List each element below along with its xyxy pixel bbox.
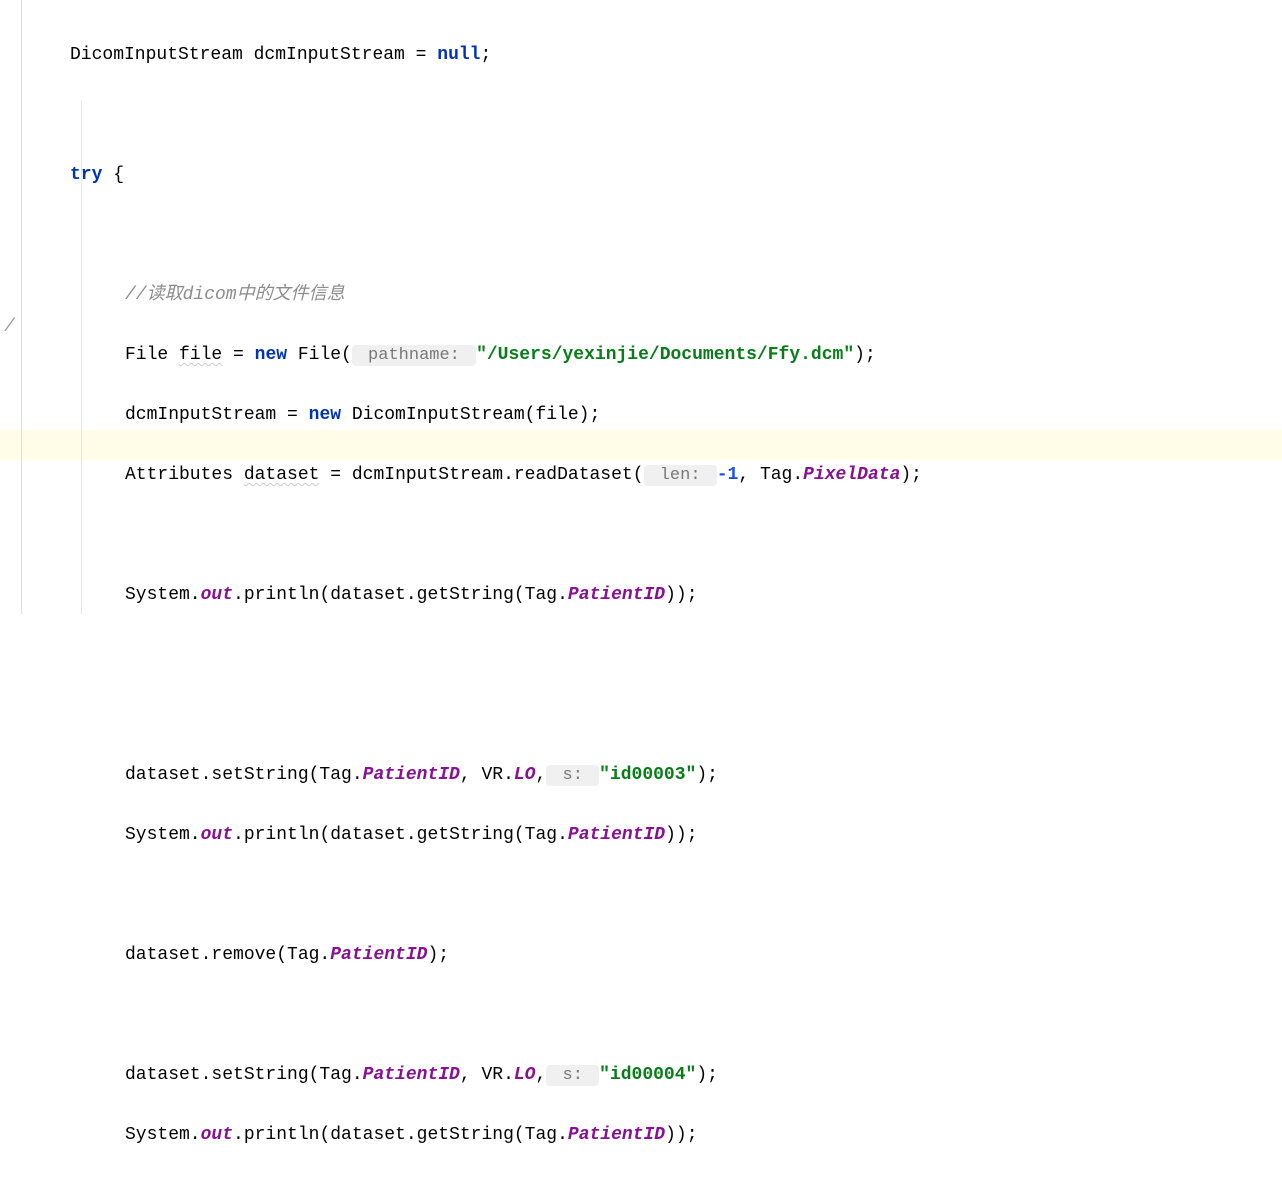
keyword-new: new: [309, 405, 341, 425]
field-out: out: [201, 1125, 233, 1145]
comment: //读取dicom中的文件信息: [125, 285, 345, 305]
code-line[interactable]: [70, 880, 1282, 910]
code-text: File(: [287, 345, 352, 365]
code-text: dataset.setString(Tag.: [125, 765, 363, 785]
code-line[interactable]: dataset.setString(Tag.PatientID, VR.LO, …: [70, 760, 1282, 790]
variable-file: file: [179, 345, 222, 365]
code-text: .println(dataset.getString(Tag.: [233, 825, 568, 845]
param-hint-s: s:: [546, 765, 599, 786]
code-text: );: [854, 345, 876, 365]
code-text: );: [900, 465, 922, 485]
field-patientid: PatientID: [363, 1065, 460, 1085]
code-line[interactable]: File file = new File( pathname: "/Users/…: [70, 340, 1282, 370]
code-text: System.: [125, 585, 201, 605]
string-literal: "id00003": [599, 765, 696, 785]
code-text: );: [696, 765, 718, 785]
code-text: ;: [480, 45, 491, 65]
code-text: DicomInputStream dcmInputStream =: [70, 45, 437, 65]
code-editor[interactable]: DicomInputStream dcmInputStream = null; …: [0, 10, 1282, 1180]
code-line[interactable]: dataset.setString(Tag.PatientID, VR.LO, …: [70, 1060, 1282, 1090]
editor-gutter: /: [0, 0, 22, 614]
number-literal: -1: [717, 465, 739, 485]
field-lo: LO: [514, 1065, 536, 1085]
code-text: dataset.setString(Tag.: [125, 1065, 363, 1085]
code-line[interactable]: [70, 640, 1282, 670]
code-text: {: [102, 165, 124, 185]
code-line[interactable]: [70, 700, 1282, 730]
code-text: System.: [125, 825, 201, 845]
indent-guide: [81, 100, 82, 614]
variable-dataset: dataset: [244, 465, 320, 485]
code-text: DicomInputStream(file);: [341, 405, 600, 425]
field-patientid: PatientID: [568, 825, 665, 845]
code-text: ,: [535, 1065, 546, 1085]
code-text: .println(dataset.getString(Tag.: [233, 585, 568, 605]
code-line[interactable]: dataset.remove(Tag.PatientID);: [70, 940, 1282, 970]
code-line[interactable]: System.out.println(dataset.getString(Tag…: [70, 1120, 1282, 1150]
field-patientid: PatientID: [363, 765, 460, 785]
code-line[interactable]: Attributes dataset = dcmInputStream.read…: [70, 460, 1282, 490]
code-line[interactable]: [70, 1000, 1282, 1030]
code-text: System.: [125, 1125, 201, 1145]
keyword-try: try: [70, 165, 102, 185]
code-text: dcmInputStream =: [125, 405, 309, 425]
param-hint-len: len:: [644, 465, 717, 486]
field-patientid: PatientID: [568, 1125, 665, 1145]
string-literal: "/Users/yexinjie/Documents/Ffy.dcm": [476, 345, 854, 365]
code-text: , VR.: [460, 765, 514, 785]
code-line[interactable]: [70, 100, 1282, 130]
code-text: );: [696, 1065, 718, 1085]
code-text: ,: [535, 765, 546, 785]
field-out: out: [201, 825, 233, 845]
code-line[interactable]: [70, 220, 1282, 250]
code-line[interactable]: [70, 520, 1282, 550]
field-pixeldata: PixelData: [803, 465, 900, 485]
code-line[interactable]: //读取dicom中的文件信息: [70, 280, 1282, 310]
code-text: = dcmInputStream.readDataset(: [319, 465, 643, 485]
field-patientid: PatientID: [568, 585, 665, 605]
field-patientid: PatientID: [330, 945, 427, 965]
keyword-new: new: [255, 345, 287, 365]
code-text: , VR.: [460, 1065, 514, 1085]
code-text: Attributes: [125, 465, 244, 485]
code-line[interactable]: System.out.println(dataset.getString(Tag…: [70, 820, 1282, 850]
keyword-null: null: [437, 45, 480, 65]
code-line[interactable]: System.out.println(dataset.getString(Tag…: [70, 580, 1282, 610]
field-lo: LO: [514, 765, 536, 785]
code-text: ));: [665, 585, 697, 605]
code-text: =: [222, 345, 254, 365]
code-line[interactable]: try {: [70, 160, 1282, 190]
string-literal: "id00004": [599, 1065, 696, 1085]
code-text: ));: [665, 1125, 697, 1145]
code-text: File: [125, 345, 179, 365]
code-line[interactable]: DicomInputStream dcmInputStream = null;: [70, 40, 1282, 70]
gutter-mark: /: [4, 312, 15, 342]
code-text: .println(dataset.getString(Tag.: [233, 1125, 568, 1145]
param-hint-s: s:: [546, 1065, 599, 1086]
field-out: out: [201, 585, 233, 605]
param-hint-pathname: pathname:: [352, 345, 476, 366]
code-text: ));: [665, 825, 697, 845]
code-text: , Tag.: [738, 465, 803, 485]
code-text: );: [427, 945, 449, 965]
code-line[interactable]: dcmInputStream = new DicomInputStream(fi…: [70, 400, 1282, 430]
code-text: dataset.remove(Tag.: [125, 945, 330, 965]
